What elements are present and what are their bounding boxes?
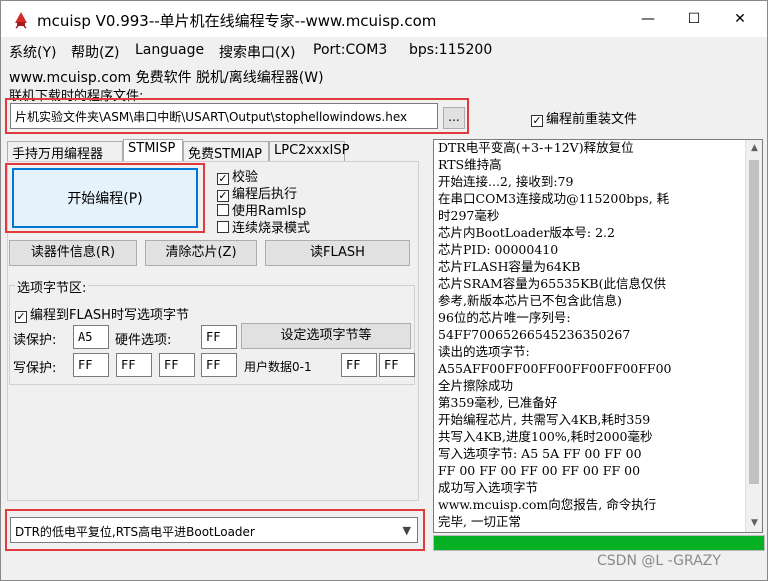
read-protect-field[interactable]: A5 xyxy=(73,325,109,349)
maximize-button[interactable]: ☐ xyxy=(671,1,717,37)
menu-system[interactable]: 系统(Y) xyxy=(9,42,56,62)
write-option-bytes-checkbox[interactable]: ✓ 编程到FLASH时写选项字节 xyxy=(15,304,189,323)
tab-lpc2xxxisp[interactable]: LPC2xxxISP xyxy=(269,141,349,161)
log-line: www.mcuisp.com向您报告, 命令执行 xyxy=(438,497,657,512)
read-device-info-button[interactable]: 读器件信息(R) xyxy=(9,240,137,266)
offline-programmer-link[interactable]: www.mcuisp.com 免费软件 脱机/离线编程器(W) xyxy=(9,67,324,87)
hardware-option-label: 硬件选项: xyxy=(115,333,172,348)
close-button[interactable]: ✕ xyxy=(717,1,763,37)
log-line: RTS维持高 xyxy=(438,157,502,172)
write-protect-label: 写保护: xyxy=(13,361,57,376)
continuous-checkbox-label: 连续烧录模式 xyxy=(232,221,311,236)
scroll-up-icon[interactable]: ▲ xyxy=(746,140,762,157)
write-option-checkbox-box[interactable]: ✓ xyxy=(15,311,27,323)
program-file-label: 联机下载时的程序文件: xyxy=(9,89,144,104)
continuous-checkbox-box[interactable] xyxy=(217,221,229,233)
log-line: 写入选项字节: A5 5A FF 00 FF 00 xyxy=(438,446,642,461)
log-line: 芯片SRAM容量为65535KB(此信息仅供 xyxy=(438,276,666,291)
log-line: 芯片内BootLoader版本号: 2.2 xyxy=(438,225,615,240)
log-line: 参考,新版本芯片已不包含此信息) xyxy=(438,293,622,308)
write-protect-field-0[interactable]: FF xyxy=(73,353,109,377)
menu-language[interactable]: Language xyxy=(135,42,204,58)
tab-stmisp[interactable]: STMISP xyxy=(123,139,183,161)
write-protect-field-3[interactable]: FF xyxy=(201,353,237,377)
minimize-button[interactable]: — xyxy=(625,1,671,37)
log-line: 共写入4KB,进度100%,耗时2000毫秒 xyxy=(438,429,653,444)
log-line: 96位的芯片唯一序列号: xyxy=(438,310,571,325)
log-line: 时297毫秒 xyxy=(438,208,500,223)
ramisp-checkbox-box[interactable] xyxy=(217,204,229,216)
log-line: 全片擦除成功 xyxy=(438,378,514,393)
log-line: 在串口COM3连接成功@115200bps, 耗 xyxy=(438,191,670,206)
scroll-thumb[interactable] xyxy=(749,160,759,484)
write-protect-field-1[interactable]: FF xyxy=(116,353,152,377)
read-flash-button[interactable]: 读FLASH xyxy=(265,240,410,266)
log-line: 成功写入选项字节 xyxy=(438,480,539,495)
boot-mode-selected-value: DTR的低电平复位,RTS高电平进BootLoader xyxy=(15,525,255,539)
option-bytes-group-title: 选项字节区: xyxy=(15,277,89,296)
browse-file-button[interactable]: ... xyxy=(443,107,465,129)
mcu-chip-icon xyxy=(15,12,27,29)
log-line: 第359毫秒, 已准备好 xyxy=(438,395,558,410)
chevron-down-icon[interactable]: ▼ xyxy=(403,524,411,537)
watermark-text: CSDN @L -GRAZY xyxy=(597,553,721,569)
log-line: 开始连接...2, 接收到:79 xyxy=(438,174,574,189)
title-bar[interactable]: mcuisp V0.993--单片机在线编程专家--www.mcuisp.com… xyxy=(1,1,767,37)
log-line: 读出的选项字节: xyxy=(438,344,530,359)
window-title: mcuisp V0.993--单片机在线编程专家--www.mcuisp.com xyxy=(37,12,437,30)
log-line: FF 00 FF 00 FF 00 FF 00 FF 00 xyxy=(438,463,641,478)
log-lines: DTR电平变高(+3-+12V)释放复位 RTS维持高开始连接...2, 接收到:… xyxy=(438,140,744,530)
reload-checkbox-box[interactable]: ✓ xyxy=(531,115,543,127)
menu-bps[interactable]: bps:115200 xyxy=(409,42,492,58)
log-line: 54FF70065266545236350267 xyxy=(438,327,631,342)
continuous-burn-checkbox[interactable]: 连续烧录模式 xyxy=(217,217,310,236)
write-protect-field-2[interactable]: FF xyxy=(159,353,195,377)
user-data-field-1[interactable]: FF xyxy=(379,353,415,377)
set-option-bytes-button[interactable]: 设定选项字节等 xyxy=(241,323,411,349)
hardware-option-field[interactable]: FF xyxy=(201,325,237,349)
log-scrollbar[interactable]: ▲ ▼ xyxy=(745,140,762,532)
log-line: 芯片FLASH容量为64KB xyxy=(438,259,581,274)
clear-chip-button[interactable]: 清除芯片(Z) xyxy=(145,240,257,266)
app-window: mcuisp V0.993--单片机在线编程专家--www.mcuisp.com… xyxy=(0,0,768,581)
log-output-textarea[interactable]: DTR电平变高(+3-+12V)释放复位 RTS维持高开始连接...2, 接收到:… xyxy=(433,139,763,533)
progress-bar xyxy=(433,535,765,551)
program-file-path-input[interactable]: 片机实验文件夹\ASM\串口中断\USART\Output\stophellow… xyxy=(10,103,438,129)
log-line: A55AFF00FF00FF00FF00FF00FF00 xyxy=(438,361,672,376)
menu-search-port[interactable]: 搜索串口(X) xyxy=(219,42,296,62)
read-protect-label: 读保护: xyxy=(13,333,57,348)
reload-before-program-checkbox[interactable]: ✓ 编程前重装文件 xyxy=(531,108,637,127)
start-programming-button[interactable]: 开始编程(P) xyxy=(12,168,198,228)
log-line: 完毕, 一切正常 xyxy=(438,514,521,529)
tab-handheld-programmer[interactable]: 手持万用编程器 xyxy=(7,141,123,162)
log-line: 开始编程芯片, 共需写入4KB,耗时359 xyxy=(438,412,651,427)
log-line: 芯片PID: 00000410 xyxy=(438,242,559,257)
write-option-checkbox-label: 编程到FLASH时写选项字节 xyxy=(30,308,189,323)
user-data-label: 用户数据0-1 xyxy=(244,360,312,374)
menu-help[interactable]: 帮助(Z) xyxy=(71,42,120,62)
scroll-down-icon[interactable]: ▼ xyxy=(746,515,762,532)
reload-checkbox-label: 编程前重装文件 xyxy=(546,112,638,127)
boot-mode-select[interactable]: DTR的低电平复位,RTS高电平进BootLoader ▼ xyxy=(10,517,418,543)
user-data-field-0[interactable]: FF xyxy=(341,353,377,377)
menu-port[interactable]: Port:COM3 xyxy=(313,42,387,58)
tab-free-stmiap[interactable]: 免费STMIAP xyxy=(183,141,269,162)
menu-bar: 系统(Y) 帮助(Z) Language 搜索串口(X) Port:COM3 b… xyxy=(1,39,767,63)
log-line: DTR电平变高(+3-+12V)释放复位 xyxy=(438,140,634,155)
